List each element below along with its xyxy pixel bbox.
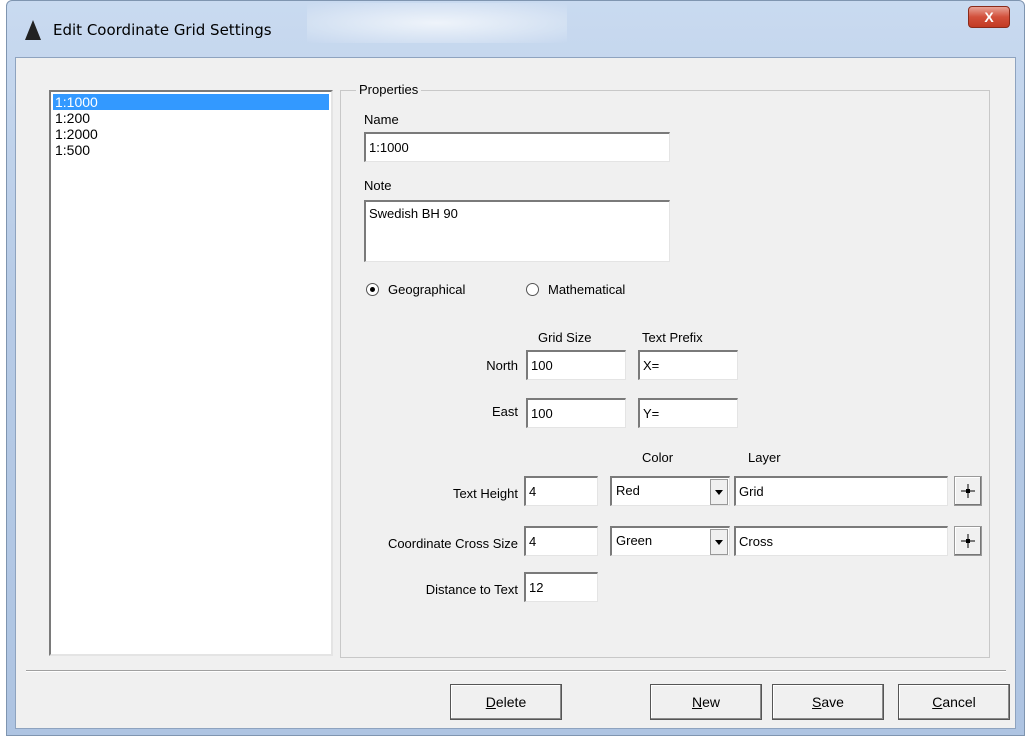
cross-layer-input[interactable]: Cross bbox=[734, 526, 948, 556]
pick-layer-button[interactable] bbox=[954, 476, 982, 506]
properties-group-title: Properties bbox=[356, 82, 422, 97]
note-label: Note bbox=[364, 178, 392, 193]
name-label: Name bbox=[364, 112, 399, 127]
title-bar-gloss bbox=[307, 3, 567, 43]
pick-layer-button[interactable] bbox=[954, 526, 982, 556]
delete-button-label: elete bbox=[495, 694, 527, 710]
color-header: Color bbox=[642, 450, 674, 465]
close-button[interactable]: X bbox=[968, 6, 1010, 28]
new-button[interactable]: New bbox=[650, 684, 762, 720]
radio-mathematical-label[interactable]: Mathematical bbox=[548, 282, 625, 297]
radio-geographical-label[interactable]: Geographical bbox=[388, 282, 465, 297]
text-height-label: Text Height bbox=[452, 486, 518, 501]
app-icon bbox=[25, 20, 41, 40]
window-title: Edit Coordinate Grid Settings bbox=[53, 21, 272, 39]
north-grid-size-input[interactable]: 100 bbox=[526, 350, 626, 380]
text-height-color-value: Red bbox=[616, 483, 640, 498]
east-grid-size-input[interactable]: 100 bbox=[526, 398, 626, 428]
distance-input[interactable]: 12 bbox=[524, 572, 598, 602]
save-button[interactable]: Save bbox=[772, 684, 884, 720]
east-prefix-input[interactable]: Y= bbox=[638, 398, 738, 428]
dialog-window: Edit Coordinate Grid Settings X 1:1000 1… bbox=[6, 0, 1025, 736]
grid-size-header: Grid Size bbox=[538, 330, 592, 345]
dialog-client-area: 1:1000 1:200 1:2000 1:500 Properties Nam… bbox=[15, 57, 1016, 729]
layer-header: Layer bbox=[748, 450, 781, 465]
note-textarea[interactable]: Swedish BH 90 bbox=[364, 200, 670, 262]
distance-label: Distance to Text bbox=[425, 582, 518, 597]
new-button-mnemonic: N bbox=[691, 694, 703, 710]
text-height-layer-input[interactable]: Grid bbox=[734, 476, 948, 506]
grid-settings-list[interactable]: 1:1000 1:200 1:2000 1:500 bbox=[49, 90, 333, 656]
cross-color-select[interactable]: Green bbox=[610, 526, 730, 556]
new-button-label: ew bbox=[702, 694, 721, 710]
save-button-label: ave bbox=[821, 694, 844, 710]
delete-button[interactable]: Delete bbox=[450, 684, 562, 720]
name-input[interactable]: 1:1000 bbox=[364, 132, 670, 162]
separator bbox=[26, 670, 1006, 672]
title-bar[interactable]: Edit Coordinate Grid Settings X bbox=[7, 1, 1024, 57]
cross-size-input[interactable]: 4 bbox=[524, 526, 598, 556]
chevron-down-icon[interactable] bbox=[710, 479, 728, 505]
text-prefix-header: Text Prefix bbox=[642, 330, 703, 345]
cancel-button-label: ancel bbox=[942, 694, 976, 710]
north-label: North bbox=[486, 358, 518, 373]
radio-mathematical[interactable] bbox=[526, 283, 539, 296]
crosshair-icon bbox=[961, 534, 975, 548]
delete-button-mnemonic: D bbox=[485, 694, 496, 710]
cross-color-value: Green bbox=[616, 533, 653, 548]
cancel-button-mnemonic: C bbox=[932, 694, 943, 710]
list-item[interactable]: 1:1000 bbox=[53, 94, 329, 110]
east-label: East bbox=[491, 404, 518, 419]
list-item[interactable]: 1:200 bbox=[53, 110, 329, 126]
radio-geographical[interactable] bbox=[366, 283, 379, 296]
cross-size-label: Coordinate Cross Size bbox=[387, 536, 518, 551]
list-item[interactable]: 1:500 bbox=[53, 142, 329, 158]
cancel-button[interactable]: Cancel bbox=[898, 684, 1010, 720]
north-prefix-input[interactable]: X= bbox=[638, 350, 738, 380]
text-height-color-select[interactable]: Red bbox=[610, 476, 730, 506]
chevron-down-icon[interactable] bbox=[710, 529, 728, 555]
text-height-input[interactable]: 4 bbox=[524, 476, 598, 506]
save-button-mnemonic: S bbox=[812, 694, 822, 710]
radio-selected-dot bbox=[370, 287, 375, 292]
crosshair-icon bbox=[961, 484, 975, 498]
list-item[interactable]: 1:2000 bbox=[53, 126, 329, 142]
